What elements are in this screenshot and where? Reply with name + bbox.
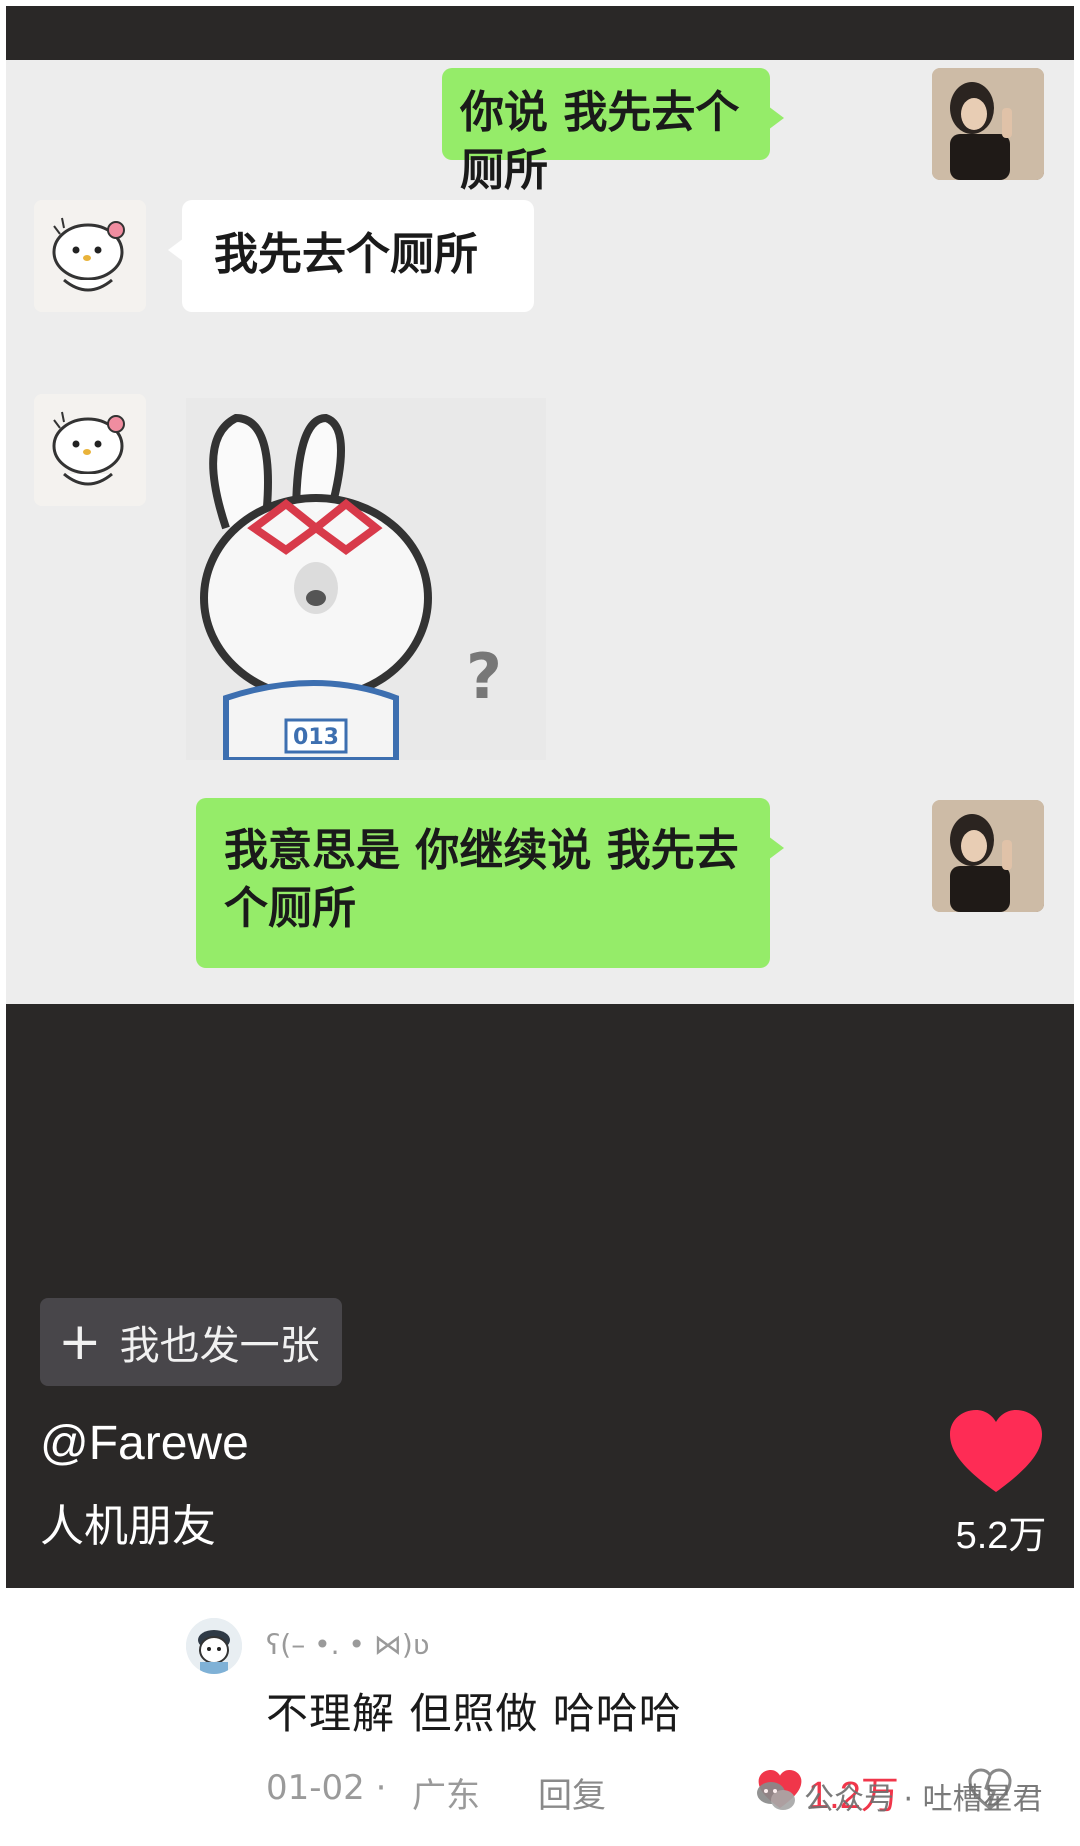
post-caption: 人机朋友 [40,1501,216,1552]
hello-kitty-icon [34,200,146,312]
avatar-self [932,800,1044,912]
like-heart-icon[interactable] [950,1410,1042,1496]
chat-bubble-incoming: 我先去个厕所 [168,200,534,312]
portrait-icon [932,800,1044,912]
chat-bubble-outgoing: 你说 我先去个厕所 [442,68,784,196]
sticker-question-mark: ? [466,640,502,713]
comment-location: 广东 [412,1776,480,1816]
commenter-name[interactable]: ʕ(– •. • ⋈)ʋ [266,1628,430,1661]
portrait-icon [932,68,1044,180]
chat-bubble-text: 我先去个厕所 [214,229,478,280]
reply-button[interactable]: 回复 [538,1768,606,1817]
avatar-self [932,68,1044,180]
watermark: 公众号 · 吐槽星君 [756,1774,1043,1818]
author-handle[interactable]: @Farewe [40,1416,249,1471]
avatar-friend [34,394,146,506]
top-bar [6,6,1074,60]
chat-bubble-outgoing: 我意思是 你继续说 我先去个厕所 [196,798,784,968]
wechat-icon [757,1782,795,1810]
plus-icon: + [58,1312,102,1372]
comment-date: 01-02 · [266,1768,387,1808]
watermark-text: 公众号 · 吐槽星君 [804,1782,1043,1817]
comment-text: 不理解 但照做 哈哈哈 [266,1689,682,1738]
post-too-label: 我也发一张 [119,1323,320,1369]
hello-kitty-icon [34,394,146,506]
cartoon-avatar-icon [186,1618,242,1674]
avatar-friend [34,200,146,312]
chat-bubble-text: 我意思是 你继续说 我先去个厕所 [224,825,739,934]
like-count: 5.2万 [955,1515,1047,1557]
sticker-jersey-number: 013 [293,725,339,750]
chat-bubble-text: 你说 我先去个厕所 [460,87,740,196]
commenter-avatar[interactable] [186,1618,242,1674]
bunny-glasses-sticker-icon: 013 ? [186,398,546,763]
bunny-sticker: 013 ? [186,398,546,763]
post-panel: + 我也发一张 @Farewe 人机朋友 5.2万 [6,1004,1074,1588]
screenshot-frame: 你说 我先去个厕所 我先去个厕所 013 ? 我意思是 你继续说 我先去个厕所 … [0,0,1080,1846]
chat-screenshot: 你说 我先去个厕所 我先去个厕所 013 ? 我意思是 你继续说 我先去个厕所 [6,60,1074,1004]
post-too-button[interactable]: + 我也发一张 [40,1298,342,1386]
